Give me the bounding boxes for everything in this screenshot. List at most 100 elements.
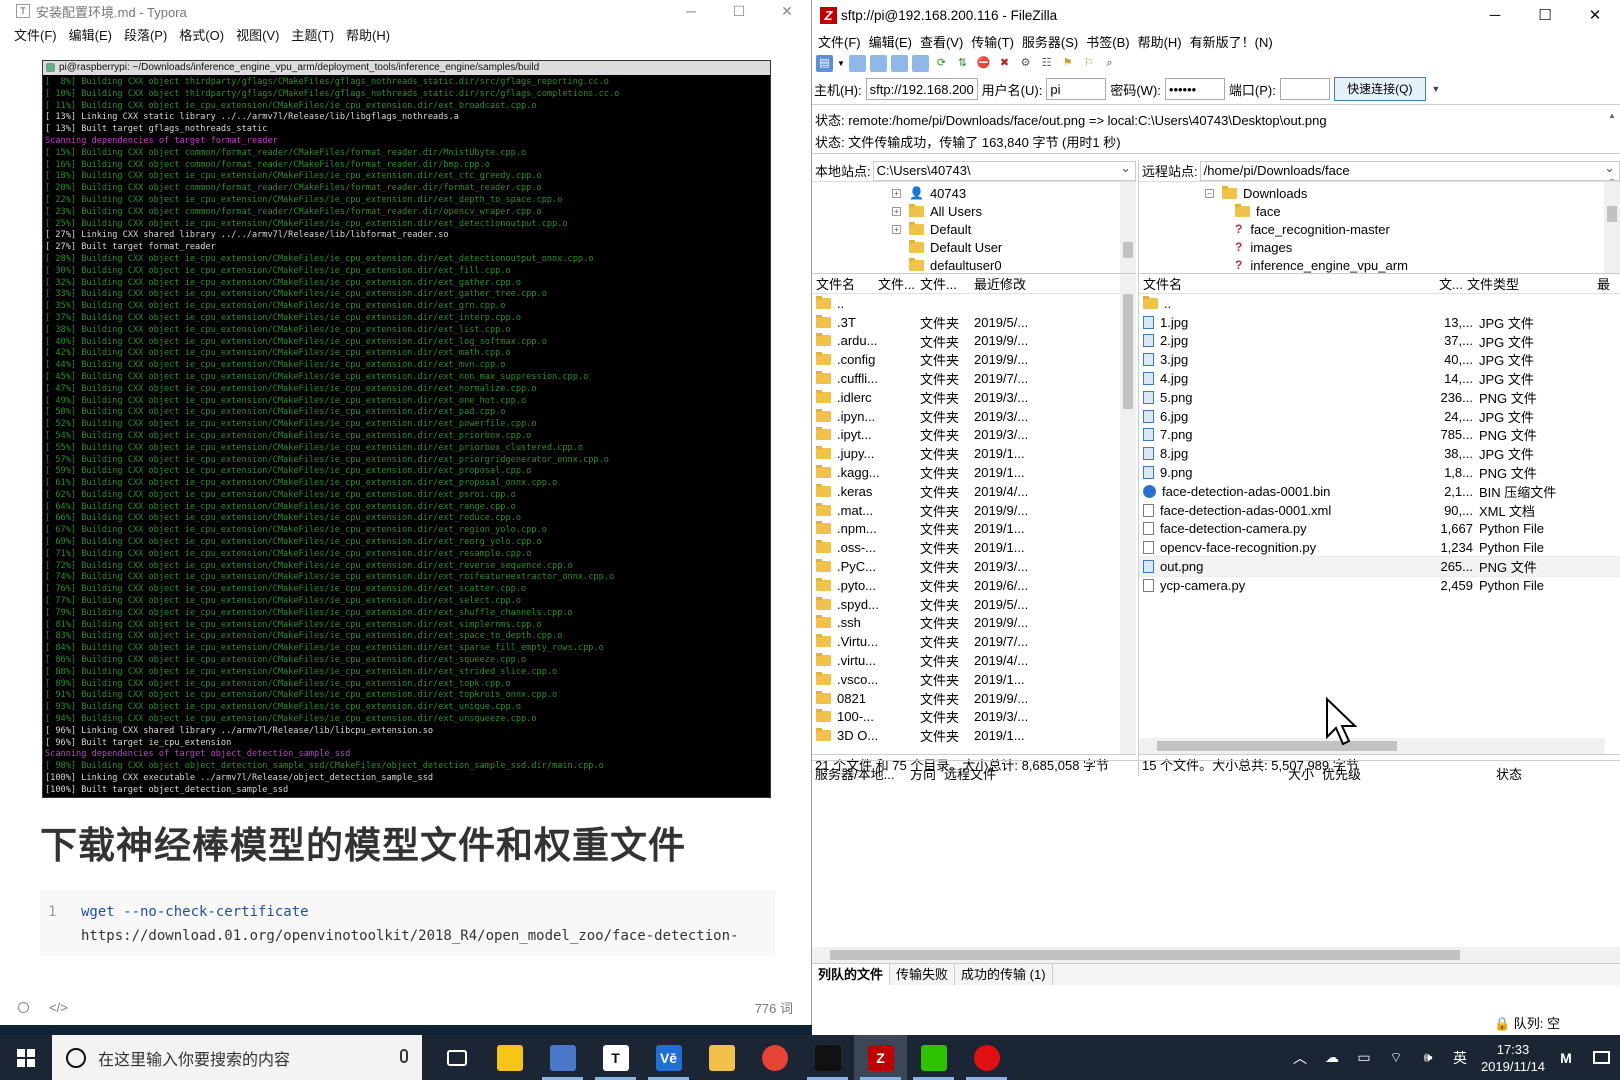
directory-listing-filters-icon[interactable]: ☷ <box>1038 55 1055 72</box>
site-manager-icon[interactable]: ▤ <box>816 54 833 72</box>
clock[interactable]: 17:33 2019/11/14 <box>1476 1041 1550 1075</box>
local-file-row[interactable]: .3T 文件夹 2019/5/... <box>812 313 1136 332</box>
local-path-input[interactable]: C:\Users\40743\ <box>872 159 1136 181</box>
close-icon[interactable]: ✕ <box>763 0 811 22</box>
outline-toggle-icon[interactable] <box>18 1001 29 1013</box>
local-file-row[interactable]: 100-... 文件夹 2019/3/... <box>812 708 1136 727</box>
local-file-row[interactable]: .PyC... 文件夹 2019/3/... <box>812 557 1136 576</box>
remote-file-row[interactable]: opencv-face-recognition.py 1,234 Python Fi… <box>1139 538 1620 557</box>
remote-file-row[interactable]: 2.jpg 37,... JPG 文件 <box>1139 332 1620 351</box>
maximize-icon[interactable]: ☐ <box>1520 0 1570 30</box>
menu-item[interactable]: 编辑(E) <box>63 25 118 44</box>
local-file-row[interactable]: .ssh 文件夹 2019/9/... <box>812 614 1136 633</box>
local-file-row[interactable]: .. <box>812 294 1136 313</box>
menu-item[interactable]: 传输(T) <box>967 32 1018 51</box>
quickconnect-dropdown-icon[interactable]: ▼ <box>1430 84 1442 94</box>
remote-tree[interactable]: − Downloads face ? face_recognition-master… <box>1139 182 1620 274</box>
remote-file-row[interactable]: face-detection-adas-0001.bin 2,1... BIN 压缩… <box>1139 482 1620 501</box>
col-type[interactable]: 文件... <box>920 274 974 293</box>
maximize-icon[interactable]: ☐ <box>715 0 763 22</box>
local-file-row[interactable]: 3D O... 文件夹 2019/1... <box>812 726 1136 745</box>
search-remote-icon[interactable]: ⌕ <box>1101 55 1118 72</box>
local-file-row[interactable]: .vsco... 文件夹 2019/1... <box>812 670 1136 689</box>
taskbar-chrome-button[interactable] <box>748 1035 801 1080</box>
menu-item[interactable]: 查看(V) <box>916 32 967 51</box>
local-file-row[interactable]: .ardu... 文件夹 2019/9/... <box>812 332 1136 351</box>
battery-icon[interactable]: ▭ <box>1348 1049 1380 1066</box>
menu-item[interactable]: 主题(T) <box>285 25 340 44</box>
menu-item[interactable]: 帮助(H) <box>340 25 396 44</box>
source-mode-toggle[interactable]: </> <box>49 1000 68 1015</box>
local-file-row[interactable]: .cuffli... 文件夹 2019/7/... <box>812 369 1136 388</box>
remote-file-row[interactable]: 8.jpg 38,... JPG 文件 <box>1139 444 1620 463</box>
remote-file-row[interactable]: 9.png 1,8... PNG 文件 <box>1139 463 1620 482</box>
log-scrollbar[interactable]: ▲▼ <box>1604 105 1620 186</box>
toggle-log-icon[interactable] <box>849 54 866 72</box>
refresh-icon[interactable]: ⟳ <box>933 55 950 72</box>
taskbar-terminal-button[interactable] <box>801 1035 854 1080</box>
tree-node-images[interactable]: ? images <box>1235 238 1292 256</box>
tree-node-defaultuser0[interactable]: defaultuser0 <box>909 256 1002 273</box>
minimize-icon[interactable]: ─ <box>1470 0 1520 30</box>
menu-item[interactable]: 视图(V) <box>230 25 285 44</box>
volume-icon[interactable]: 🕪 <box>1412 1049 1444 1066</box>
local-file-row[interactable]: .keras 文件夹 2019/4/... <box>812 482 1136 501</box>
port-input[interactable] <box>1279 78 1330 100</box>
tab-successful-transfers[interactable]: 成功的传输 (1) <box>955 964 1053 985</box>
remote-file-row[interactable]: 3.jpg 40,... JPG 文件 <box>1139 350 1620 369</box>
col-size[interactable]: 文... <box>1439 274 1467 293</box>
reconnect-icon[interactable]: ⚙ <box>1017 55 1034 72</box>
taskbar-recorder-button[interactable] <box>960 1035 1013 1080</box>
process-queue-icon[interactable]: ⇅ <box>954 55 971 72</box>
dropdown-arrow-icon[interactable]: ▼ <box>837 55 845 72</box>
taskbar-sticky-notes-button[interactable] <box>483 1035 536 1080</box>
compare-icon[interactable]: ⚐ <box>1080 55 1097 72</box>
expand-icon[interactable]: + <box>892 224 901 234</box>
queue-col-status[interactable]: 状态 <box>1496 764 1536 783</box>
ime-mode-icon[interactable]: M <box>1550 1050 1582 1066</box>
message-log[interactable]: 状态: remote:/home/pi/Downloads/face/out.p… <box>812 104 1620 186</box>
remote-file-row[interactable]: 6.jpg 24,... JPG 文件 <box>1139 407 1620 426</box>
code-block[interactable]: 1 wget --no-check-certificate https://do… <box>40 890 775 956</box>
menu-item[interactable]: 有新版了！(N) <box>1186 32 1277 51</box>
taskbar-vnc-viewer-button[interactable]: Vē <box>642 1035 695 1080</box>
local-tree-scrollbar[interactable] <box>1120 182 1136 273</box>
queue-col-direction[interactable]: 方向 <box>910 764 944 783</box>
local-file-row[interactable]: .virtu... 文件夹 2019/4/... <box>812 651 1136 670</box>
taskbar-search[interactable]: 在这里输入你要搜索的内容 <box>52 1035 422 1080</box>
local-file-row[interactable]: .ipyn... 文件夹 2019/3/... <box>812 407 1136 426</box>
col-filename[interactable]: 文件名 <box>812 274 878 293</box>
password-input[interactable] <box>1164 78 1225 100</box>
col-modified[interactable]: 最近修改 <box>974 274 1094 293</box>
remote-file-row[interactable]: face-detection-camera.py 1,667 Python File <box>1139 520 1620 539</box>
remote-file-row[interactable]: 4.jpg 14,... JPG 文件 <box>1139 369 1620 388</box>
tab-failed-transfers[interactable]: 传输失败 <box>890 964 956 985</box>
wifi-icon[interactable]: ⌔ <box>1380 1049 1412 1067</box>
menu-item[interactable]: 格式(O) <box>173 25 230 44</box>
start-button[interactable] <box>0 1035 52 1080</box>
tree-node-all-users[interactable]: + All Users <box>892 202 982 220</box>
tree-node-default-user[interactable]: Default User <box>909 238 1002 256</box>
col-type[interactable]: 文件类型 <box>1467 274 1597 293</box>
local-file-row[interactable]: .npm... 文件夹 2019/1... <box>812 520 1136 539</box>
remote-file-row[interactable]: 1.jpg 13,... JPG 文件 <box>1139 313 1620 332</box>
local-file-row[interactable]: .ipyt... 文件夹 2019/3/... <box>812 426 1136 445</box>
word-count[interactable]: 776 词 <box>755 998 793 1017</box>
local-file-row[interactable]: 0821 文件夹 2019/9/... <box>812 689 1136 708</box>
tree-node-default[interactable]: + Default <box>892 220 971 238</box>
taskbar-task-view-button[interactable] <box>430 1035 483 1080</box>
onedrive-icon[interactable]: ☁ <box>1316 1049 1348 1066</box>
toggle-queue-icon[interactable] <box>912 54 929 72</box>
transfer-queue[interactable]: 服务器/本地... 方向 远程文件 大小 优先级 状态 <box>812 760 1620 963</box>
remote-file-row[interactable]: 7.png 785... PNG 文件 <box>1139 426 1620 445</box>
local-file-row[interactable]: .kagg... 文件夹 2019/1... <box>812 463 1136 482</box>
tree-node-face-recognition-master[interactable]: ? face_recognition-master <box>1235 220 1390 238</box>
taskbar-typora-button[interactable]: T <box>589 1035 642 1080</box>
tree-node-inference-engine[interactable]: ? inference_engine_vpu_arm <box>1235 256 1408 273</box>
local-tree[interactable]: + 👤 40743 + All Users + Default Default User… <box>812 182 1136 274</box>
local-file-row[interactable]: .mat... 文件夹 2019/9/... <box>812 501 1136 520</box>
microphone-icon[interactable] <box>400 1049 408 1063</box>
tree-node-face[interactable]: face <box>1235 202 1281 220</box>
tree-node-downloads[interactable]: − Downloads <box>1205 184 1307 202</box>
toggle-remote-tree-icon[interactable] <box>891 54 908 72</box>
